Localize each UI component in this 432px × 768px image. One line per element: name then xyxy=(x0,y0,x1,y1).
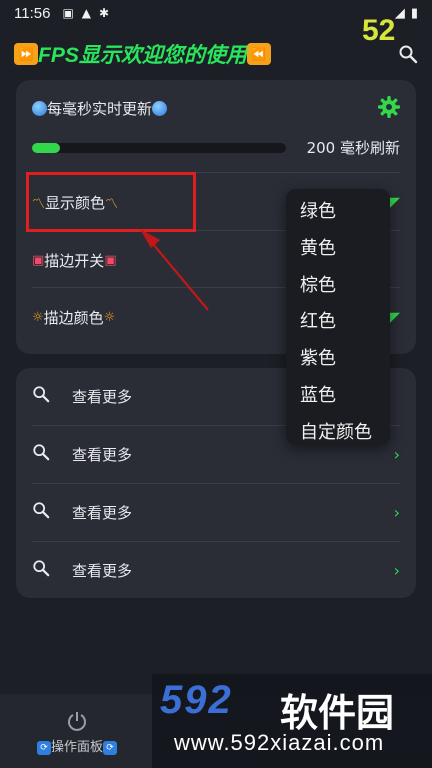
nav-item-label: 操作面板 xyxy=(50,740,103,755)
refresh-icon: ⟳ xyxy=(103,740,117,755)
search-icon xyxy=(399,45,418,64)
list-item-label: 查看更多 xyxy=(72,445,133,464)
menu-item-custom[interactable]: 自定颜色 xyxy=(286,415,390,452)
chevron-right-icon: › xyxy=(393,560,400,580)
signal-icon: ◢ xyxy=(394,5,405,21)
page-title: FPS显示欢迎您的使用 xyxy=(38,44,247,67)
stroke-color-label: 描边颜色 xyxy=(43,308,104,327)
refresh-icon: ⟳ xyxy=(36,740,51,755)
battery-icon: ▮ xyxy=(410,5,418,21)
app-header: ⏩ FPS显示欢迎您的使用 ⏪ xyxy=(0,36,432,72)
menu-item-green[interactable]: 绿色 xyxy=(286,194,390,231)
gear-icon xyxy=(377,95,401,119)
warning-icon: ▲ xyxy=(81,6,92,20)
color-dropdown-menu: 绿色 黄色 棕色 红色 紫色 蓝色 自定颜色 xyxy=(286,189,390,445)
search-icon xyxy=(32,559,54,581)
update-label: 每毫秒实时更新 xyxy=(47,99,153,118)
search-icon xyxy=(32,385,54,407)
refresh-slider-fill xyxy=(32,143,60,153)
sun-icon: ☼ xyxy=(103,309,116,325)
search-button[interactable] xyxy=(396,42,420,66)
divider xyxy=(32,483,400,484)
menu-item-brown[interactable]: 棕色 xyxy=(286,268,390,305)
power-icon xyxy=(68,712,86,731)
menu-item-yellow[interactable]: 黄色 xyxy=(286,231,390,268)
watermark-name: 软件园 xyxy=(280,691,395,735)
menu-item-purple[interactable]: 紫色 xyxy=(286,341,390,378)
status-time: 11:56 xyxy=(14,4,51,22)
image-notification-icon: ▣ xyxy=(62,6,74,20)
settings-button[interactable] xyxy=(377,95,401,122)
globe-icon xyxy=(152,100,168,116)
divider xyxy=(32,541,400,542)
search-icon xyxy=(32,443,54,465)
menu-item-blue[interactable]: 蓝色 xyxy=(286,378,390,415)
divider xyxy=(32,172,400,173)
settings-notification-icon: ✱ xyxy=(99,6,110,20)
sun-icon: ☼ xyxy=(32,309,44,325)
chevron-right-icon: › xyxy=(393,444,400,464)
calendar-icon: ▣ xyxy=(32,252,45,268)
list-item[interactable]: 查看更多 › xyxy=(32,494,400,530)
rewind-icon: ⏪ xyxy=(246,43,271,65)
refresh-label: 200 毫秒刷新 xyxy=(306,139,400,157)
lightning-icon: 〽 xyxy=(32,196,46,212)
list-item[interactable]: 查看更多 › xyxy=(32,552,400,588)
list-item-label: 查看更多 xyxy=(72,387,133,406)
update-row: 每毫秒实时更新 xyxy=(32,95,401,119)
lightning-icon: 〽 xyxy=(105,196,119,212)
globe-icon xyxy=(32,100,47,116)
fast-forward-icon: ⏩ xyxy=(14,43,38,65)
watermark-logo: 592 xyxy=(160,678,233,722)
menu-item-red[interactable]: 红色 xyxy=(286,304,390,341)
display-color-label: 显示颜色 xyxy=(45,193,106,212)
list-item-label: 查看更多 xyxy=(72,561,133,580)
calendar-icon: ▣ xyxy=(104,252,117,268)
watermark: 592 软件园 www.592xiazai.com xyxy=(152,674,432,768)
watermark-url: www.592xiazai.com xyxy=(174,730,385,755)
nav-item-control-panel[interactable]: ⟳ 操作面板 ⟳ xyxy=(22,710,132,755)
search-icon xyxy=(32,501,54,523)
list-item-label: 查看更多 xyxy=(72,503,133,522)
chevron-right-icon: › xyxy=(393,502,400,522)
refresh-slider[interactable] xyxy=(32,143,286,153)
stroke-toggle-label: 描边开关 xyxy=(44,251,105,270)
